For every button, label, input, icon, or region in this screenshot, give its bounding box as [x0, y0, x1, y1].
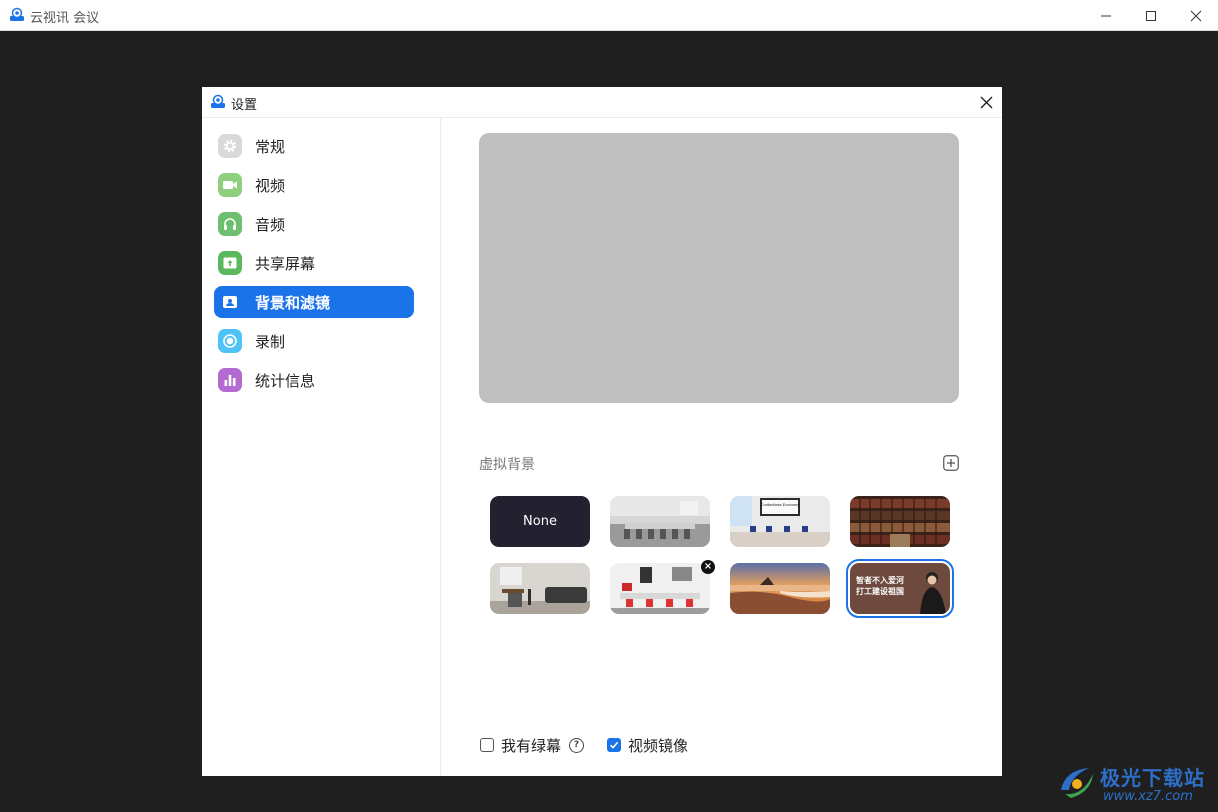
app-logo-icon: [10, 7, 24, 21]
close-icon: [980, 96, 992, 108]
sidebar-item-background[interactable]: 背景和滤镜: [214, 286, 414, 318]
sidebar-item-label: 视频: [255, 176, 286, 195]
lounge-image: [490, 563, 590, 614]
dialog-title: 设置: [231, 98, 258, 113]
camera-icon: [218, 173, 242, 197]
share-screen-icon: [218, 251, 242, 275]
background-conference-room[interactable]: Contactless Economy: [730, 496, 830, 547]
screen-text: Contactless Economy: [761, 502, 800, 507]
sidebar-item-label: 录制: [255, 332, 286, 351]
sidebar-item-general[interactable]: 常规: [214, 130, 414, 162]
remove-background-button[interactable]: ×: [701, 560, 715, 574]
video-preview: [479, 133, 959, 403]
background-white-office[interactable]: [610, 563, 710, 614]
minimize-button[interactable]: [1083, 0, 1128, 31]
background-meeting-room[interactable]: [610, 496, 710, 547]
green-screen-checkbox[interactable]: [480, 738, 494, 752]
settings-sidebar: 常规 视频 音频 共享屏幕 背景和滤镜 录制 统计信息: [202, 118, 441, 776]
watermark: 极光下载站 www.xz7.com: [1055, 758, 1215, 808]
background-sunset-beach[interactable]: [730, 563, 830, 614]
watermark-logo-icon: [1061, 768, 1093, 798]
background-poster[interactable]: 智者不入爱河 打工建设祖国: [846, 559, 954, 618]
sidebar-item-record[interactable]: 录制: [214, 325, 414, 357]
sidebar-item-label: 常规: [255, 137, 286, 156]
maximize-button[interactable]: [1128, 0, 1173, 31]
background-icon: [218, 290, 242, 314]
sidebar-item-share-screen[interactable]: 共享屏幕: [214, 247, 414, 279]
watermark-url: www.xz7.com: [1103, 789, 1193, 804]
stats-icon: [218, 368, 242, 392]
green-screen-label: 我有绿幕: [501, 736, 562, 755]
sunset-beach-image: [730, 563, 830, 614]
sidebar-item-label: 音频: [255, 215, 286, 234]
record-icon: [218, 329, 242, 353]
sidebar-item-label: 共享屏幕: [255, 254, 316, 273]
sidebar-item-label: 背景和滤镜: [255, 293, 331, 312]
background-lounge[interactable]: [490, 563, 590, 614]
dialog-close-button[interactable]: [976, 92, 996, 112]
mirror-video-option[interactable]: 视频镜像: [607, 736, 689, 755]
virtual-background-title: 虚拟背景: [479, 457, 535, 473]
poster-line-1: 智者不入爱河: [856, 575, 904, 585]
background-bookshelf[interactable]: [850, 496, 950, 547]
sidebar-item-label: 统计信息: [255, 371, 316, 390]
headphones-icon: [218, 212, 242, 236]
close-icon: [1190, 10, 1201, 21]
sidebar-item-audio[interactable]: 音频: [214, 208, 414, 240]
green-screen-option[interactable]: 我有绿幕 ?: [480, 736, 585, 755]
app-logo-icon: [211, 94, 225, 108]
dialog-header: 设置: [202, 87, 1002, 118]
background-none-label: None: [523, 514, 557, 529]
poster-image: 智者不入爱河 打工建设祖国: [850, 563, 950, 614]
background-none[interactable]: None: [490, 496, 590, 547]
poster-line-2: 打工建设祖国: [856, 586, 904, 596]
maximize-icon: [1145, 10, 1156, 21]
mirror-video-checkbox[interactable]: [607, 738, 621, 752]
sidebar-item-video[interactable]: 视频: [214, 169, 414, 201]
minimize-icon: [1100, 15, 1111, 16]
settings-dialog: 设置 常规 视频 音频 共享屏幕 背景和滤镜 录制 统计信息 虚拟背景 None…: [202, 87, 1002, 776]
window-titlebar: 云视讯 会议: [0, 0, 1218, 31]
help-icon[interactable]: ?: [569, 737, 585, 753]
gear-icon: [218, 134, 242, 158]
white-office-image: [610, 563, 710, 614]
bookshelf-image: [850, 496, 950, 547]
meeting-room-image: [610, 496, 710, 547]
sidebar-item-statistics[interactable]: 统计信息: [214, 364, 414, 396]
add-background-button[interactable]: [943, 455, 959, 471]
conference-room-image: Contactless Economy: [730, 496, 830, 547]
checkmark-icon: [609, 741, 619, 749]
watermark-text: 极光下载站: [1100, 766, 1205, 790]
window-title: 云视讯 会议: [30, 11, 100, 26]
mirror-video-label: 视频镜像: [628, 736, 689, 755]
window-close-button[interactable]: [1173, 0, 1218, 31]
